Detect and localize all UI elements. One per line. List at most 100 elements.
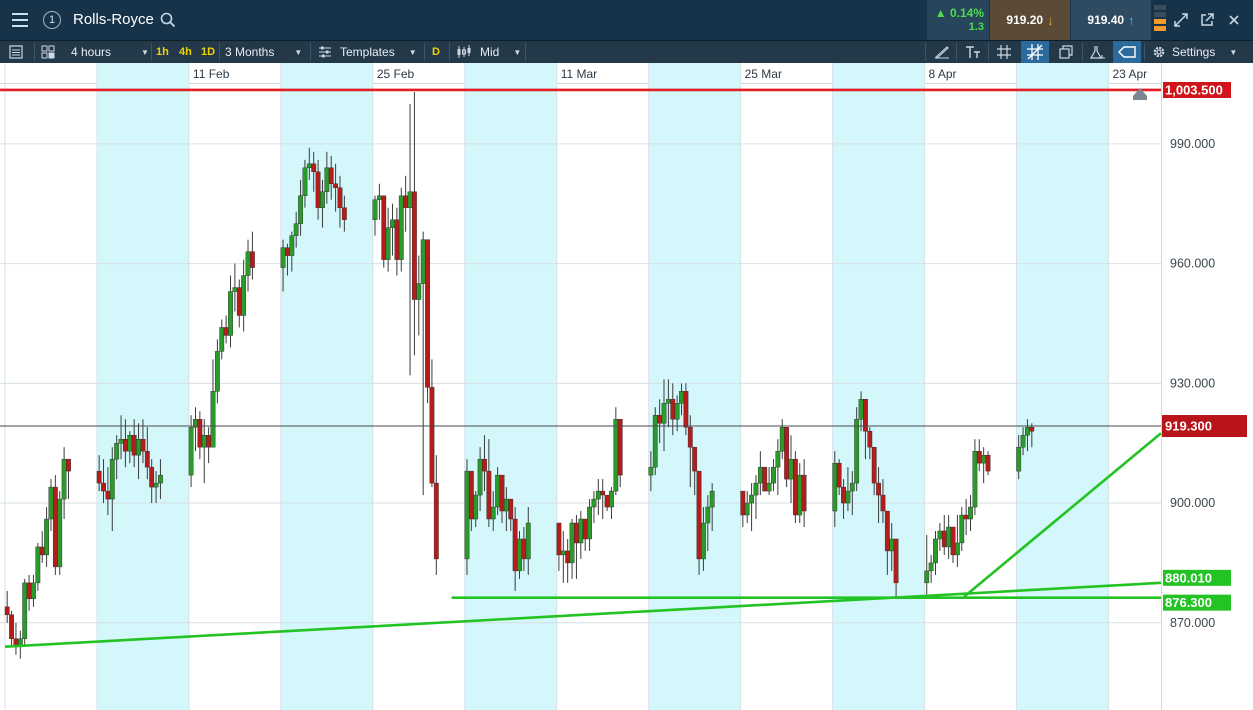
candle-down <box>250 251 255 268</box>
candle-up <box>245 251 251 276</box>
arrow-down-icon: ↓ <box>1047 12 1054 28</box>
candle-up <box>959 514 965 544</box>
candle-down <box>9 614 14 639</box>
sell-price-button[interactable]: 919.20 ↓ <box>990 0 1070 40</box>
templates-dropdown[interactable]: Templates ▼ <box>318 41 417 63</box>
y-tick-label: 990.000 <box>1170 137 1215 151</box>
candle-up <box>578 518 584 544</box>
indicator-button[interactable] <box>1088 41 1108 63</box>
pen-icon <box>935 46 949 59</box>
chart-canvas[interactable]: 4 Feb11 Feb18 Feb25 Feb4 Mar11 Mar18 Mar… <box>0 63 1253 710</box>
candle-up <box>517 538 522 572</box>
candle-up <box>57 498 63 568</box>
candle-down <box>556 522 562 556</box>
candle-down <box>985 454 991 472</box>
instrument-name[interactable]: Rolls-Royce <box>73 11 154 28</box>
chevron-down-icon: ▼ <box>294 47 303 57</box>
price-type-value: Mid <box>480 45 500 59</box>
gridlines-button[interactable] <box>994 41 1014 63</box>
candle-down <box>871 446 877 484</box>
candle-up <box>591 498 597 508</box>
candle-up <box>210 391 216 448</box>
candle-up <box>188 427 194 476</box>
candle-up <box>1016 446 1022 472</box>
candle-down <box>412 191 417 300</box>
d-button[interactable]: D <box>432 41 440 63</box>
candle-down <box>582 518 588 540</box>
candle-up <box>464 470 470 560</box>
candle-down <box>657 415 663 424</box>
candle-down <box>311 163 317 173</box>
chart-toolbar: 4 hours ▼ 1h 4h 1D 3 Months ▼ Templates … <box>0 40 1253 63</box>
candle-up <box>114 442 120 460</box>
interval-value: 4 hours <box>71 45 112 59</box>
list-view-button[interactable] <box>9 41 27 63</box>
candle-down <box>867 431 873 448</box>
copy-button[interactable] <box>1056 41 1076 63</box>
candle-up <box>118 438 124 444</box>
list-icon <box>9 45 23 59</box>
close-icon[interactable] <box>1226 12 1242 28</box>
popout-icon[interactable] <box>1199 12 1215 28</box>
candle-down <box>784 427 790 480</box>
candle-down <box>941 530 947 548</box>
chart-app: 1 Rolls-Royce ▲ 0.14% 1.3 919.20 ↓ 919.4… <box>0 0 1253 710</box>
candle-up <box>609 490 614 508</box>
interval-1h-button[interactable]: 1h <box>156 41 169 63</box>
settings-button[interactable]: Settings ▼ <box>1152 41 1237 63</box>
candle-down <box>425 239 430 388</box>
candle-up <box>981 454 987 464</box>
candle-down <box>1029 427 1035 432</box>
expand-icon[interactable] <box>1173 12 1189 28</box>
candle-up <box>416 283 422 300</box>
price-tag-label: 880.010 <box>1165 570 1212 585</box>
price-chart[interactable]: 4 Feb11 Feb18 Feb25 Feb4 Mar11 Mar18 Mar… <box>0 63 1253 710</box>
candle-down <box>223 327 229 336</box>
candle-up <box>937 530 943 540</box>
candle-up <box>749 494 754 504</box>
candle-up <box>473 494 479 520</box>
menu-button[interactable] <box>4 0 36 40</box>
candle-down <box>884 510 890 552</box>
range-dropdown[interactable]: 3 Months ▼ <box>225 41 305 63</box>
search-icon[interactable] <box>160 12 176 28</box>
candle-down <box>482 458 487 472</box>
candle-up <box>44 518 49 556</box>
candle-down <box>26 582 32 600</box>
text-tool-button[interactable] <box>962 41 984 63</box>
candle-up <box>849 482 855 492</box>
buy-price-button[interactable]: 919.40 ↑ <box>1071 0 1151 40</box>
candle-down <box>149 466 155 488</box>
candle-down <box>740 490 746 516</box>
interval-dropdown[interactable]: 4 hours ▼ <box>71 41 151 63</box>
candle-up <box>376 195 382 200</box>
week-band <box>1016 63 1109 710</box>
label-tool-button[interactable] <box>1113 41 1141 63</box>
copy-icon <box>1059 45 1073 59</box>
candle-down <box>140 438 146 452</box>
candle-up <box>560 550 566 556</box>
x-tick-label: 8 Apr <box>929 67 957 81</box>
draw-line-button[interactable] <box>932 41 952 63</box>
crosshair-button[interactable] <box>1021 41 1049 63</box>
price-type-dropdown[interactable]: Mid ▼ <box>456 41 521 63</box>
candle-down <box>893 538 899 584</box>
candle-up <box>201 435 207 448</box>
notification-count[interactable]: 1 <box>40 0 64 40</box>
candle-up <box>324 167 330 192</box>
candle-up <box>744 502 750 516</box>
y-tick-label: 930.000 <box>1170 376 1215 390</box>
candle-up <box>665 399 671 404</box>
candle-up <box>858 399 864 420</box>
interval-4h-button[interactable]: 4h <box>179 41 192 63</box>
flask-icon <box>1090 46 1105 59</box>
candle-down <box>836 462 842 488</box>
hamburger-icon <box>12 11 28 29</box>
candle-down <box>486 470 492 520</box>
interval-1d-button[interactable]: 1D <box>201 41 215 63</box>
layout-button[interactable] <box>41 41 57 63</box>
candle-down <box>683 391 689 428</box>
gear-icon <box>1153 46 1165 58</box>
price-change-percent: ▲ 0.14% <box>934 6 984 20</box>
grid-layout-icon <box>41 45 55 59</box>
